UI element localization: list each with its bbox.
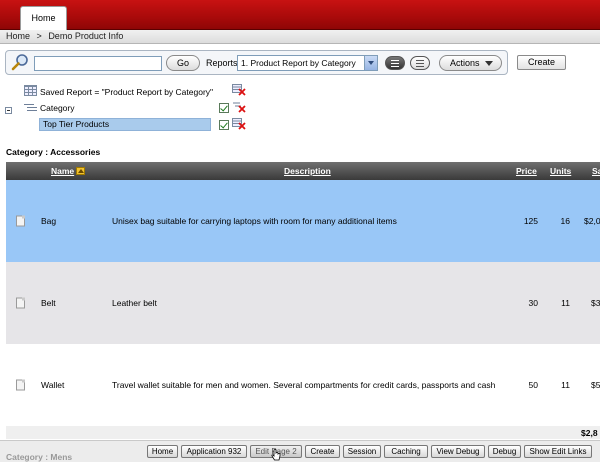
cell-units: 11 xyxy=(561,298,570,308)
reports-select-value: 1. Product Report by Category xyxy=(241,58,356,68)
cell-price: 50 xyxy=(528,380,538,390)
saved-report-grid-icon xyxy=(24,85,37,96)
breadcrumb-home[interactable]: Home xyxy=(6,31,30,41)
go-button[interactable]: Go xyxy=(166,55,200,71)
document-icon[interactable] xyxy=(16,215,25,227)
remove-filter-icon[interactable] xyxy=(232,84,246,96)
enable-checkbox[interactable] xyxy=(219,120,229,130)
cell-name: Belt xyxy=(41,298,56,308)
document-icon[interactable] xyxy=(16,297,25,309)
search-input[interactable] xyxy=(34,56,162,71)
table-row[interactable]: Wallet Travel wallet suitable for men an… xyxy=(6,344,600,426)
enable-checkbox[interactable] xyxy=(219,103,229,113)
highlight-filter-label[interactable]: Top Tier Products xyxy=(39,118,211,131)
actions-menu-button[interactable]: Actions xyxy=(439,55,502,71)
reports-label: Reports xyxy=(206,58,238,68)
column-header-units[interactable]: Units xyxy=(550,162,571,180)
chevron-down-icon[interactable] xyxy=(364,56,377,70)
hand-cursor-icon xyxy=(271,449,281,462)
dev-show-edit-links-button[interactable]: Show Edit Links xyxy=(524,445,592,458)
developer-toolbar: Category : Mens Home Application 932 Edi… xyxy=(0,440,600,462)
sum-value: $2,8 xyxy=(581,428,598,438)
cell-sales: $5 xyxy=(591,380,600,390)
detail-view-icon[interactable] xyxy=(410,56,430,70)
breadcrumb-separator: > xyxy=(36,31,42,41)
cell-description: Unisex bag suitable for carrying laptops… xyxy=(112,216,397,226)
remove-highlight-icon[interactable] xyxy=(232,118,246,130)
dev-application-button[interactable]: Application 932 xyxy=(181,445,247,458)
control-break-label[interactable]: Category xyxy=(40,102,75,114)
search-icon[interactable] xyxy=(10,53,30,73)
dev-caching-button[interactable]: Caching xyxy=(384,445,428,458)
table-row[interactable]: Belt Leather belt 30 11 $3 xyxy=(6,262,600,344)
cell-price: 125 xyxy=(523,216,538,226)
control-break-icon xyxy=(24,102,37,113)
cell-description: Leather belt xyxy=(112,298,157,308)
breadcrumb: Home > Demo Product Info xyxy=(0,30,600,44)
column-header-price[interactable]: Price xyxy=(516,162,537,180)
search-toolbar: Go Reports 1. Product Report by Category… xyxy=(5,50,508,75)
column-header-sales[interactable]: Sa xyxy=(592,162,600,180)
cell-sales: $2,0 xyxy=(584,216,600,226)
dev-session-button[interactable]: Session xyxy=(343,445,381,458)
next-category-heading: Category : Mens xyxy=(6,452,73,462)
column-header-name[interactable]: Name xyxy=(51,162,86,180)
cell-name: Bag xyxy=(41,216,57,226)
reports-select[interactable]: 1. Product Report by Category xyxy=(237,55,378,71)
dev-create-button[interactable]: Create xyxy=(305,445,340,458)
remove-control-break-icon[interactable] xyxy=(232,101,246,113)
dev-debug-button[interactable]: Debug xyxy=(488,445,521,458)
dev-view-debug-button[interactable]: View Debug xyxy=(431,445,485,458)
breadcrumb-current: Demo Product Info xyxy=(48,31,124,41)
sort-ascending-icon[interactable] xyxy=(76,167,86,175)
cell-units: 16 xyxy=(560,216,570,226)
tab-home[interactable]: Home xyxy=(20,6,67,30)
saved-report-label[interactable]: Saved Report = "Product Report by Catego… xyxy=(40,86,213,98)
cell-units: 11 xyxy=(561,380,570,390)
cell-price: 30 xyxy=(528,298,538,308)
app-header-bar: Home xyxy=(0,0,600,30)
table-header: Name Description Price Units Sa xyxy=(6,162,600,180)
cell-name: Wallet xyxy=(41,380,65,390)
cell-sales: $3 xyxy=(591,298,600,308)
column-header-description[interactable]: Description xyxy=(284,162,331,180)
collapse-icon[interactable] xyxy=(5,107,12,114)
table-row[interactable]: Bag Unisex bag suitable for carrying lap… xyxy=(6,180,600,262)
create-button[interactable]: Create xyxy=(517,55,566,70)
dev-home-button[interactable]: Home xyxy=(147,445,178,458)
document-icon[interactable] xyxy=(16,379,25,391)
sum-row: $2,8 xyxy=(6,426,600,439)
report-view-icon[interactable] xyxy=(385,56,405,70)
category-heading: Category : Accessories xyxy=(6,147,101,157)
cell-description: Travel wallet suitable for men and women… xyxy=(112,380,496,390)
